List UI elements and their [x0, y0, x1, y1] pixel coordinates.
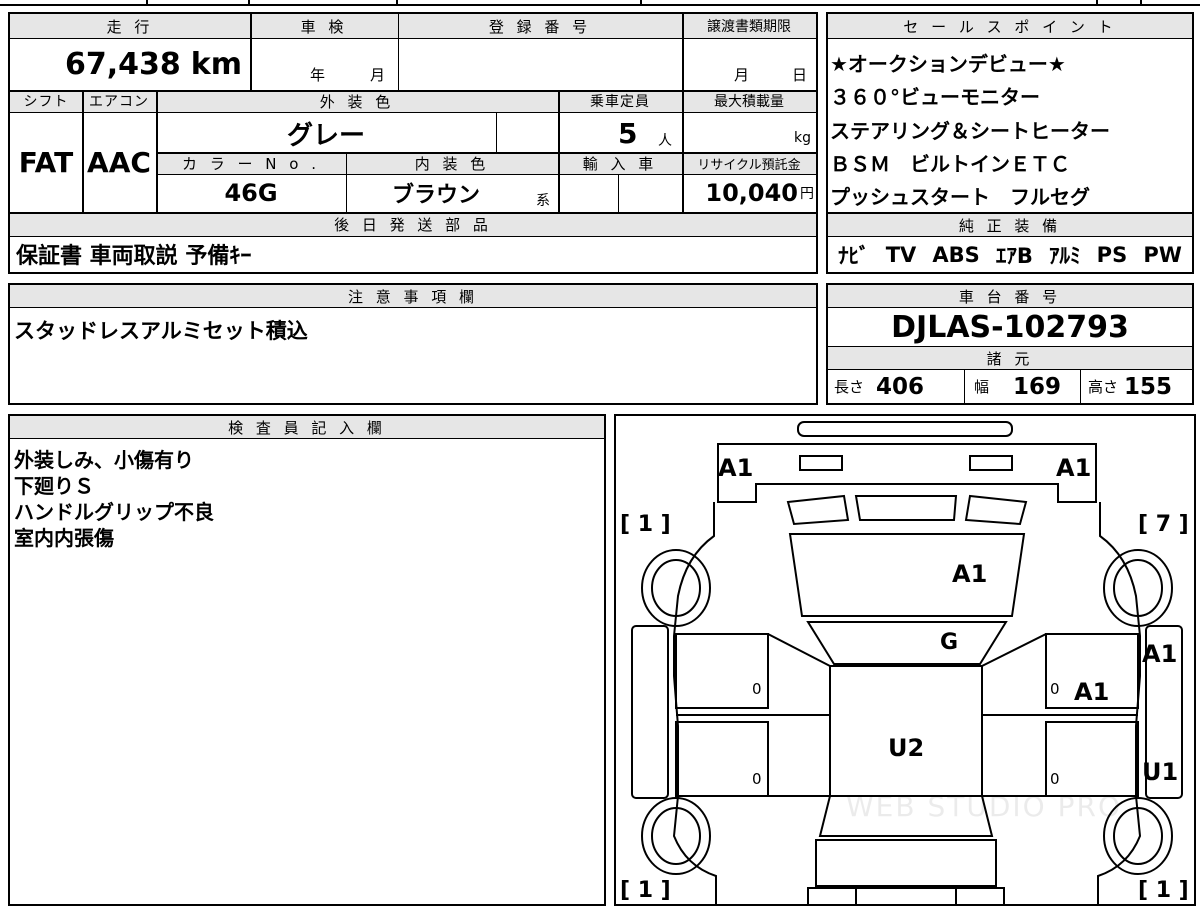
sales-point-line-5: プッシュスタート フルセグ [830, 185, 1090, 209]
interior-color-header: 内 装 色 [346, 152, 558, 174]
inspector-panel: 検 査 員 記 入 欄 外装しみ、小傷有り 下廻りＳ ハンドルグリップ不良 室内… [8, 414, 606, 906]
damage-mark-right-side-rear: U1 [1142, 758, 1179, 786]
watermark: WEB STUDIO PRO [846, 790, 1122, 823]
damage-mark-bumper-right: A1 [1056, 454, 1092, 482]
notes-header: 注 意 事 項 欄 [10, 285, 816, 307]
damage-mark-hood: A1 [952, 560, 988, 588]
interior-color-value: ブラウン [391, 183, 480, 208]
inspector-line-1: 外装しみ、小傷有り [14, 448, 194, 472]
sales-point-line-2: ３６０°ビューモニター [830, 85, 1040, 109]
damage-mark-right-door: A1 [1074, 678, 1110, 706]
top-cutoff-strip [0, 0, 1200, 6]
door-mark-rear-right: 0 [1050, 770, 1060, 788]
inspector-line-4: 室内内張傷 [14, 526, 114, 550]
equipment-item: TV [885, 243, 917, 267]
spec-length: 長さ 406 [834, 373, 925, 400]
tire-front-left-tread: [ 1 ] [620, 512, 671, 537]
color-no-value: 46G [224, 179, 278, 207]
registration-header: 登 録 番 号 [398, 14, 682, 38]
equipment-item: ｱﾙﾐ [1049, 244, 1081, 268]
spec-width: 幅 169 [974, 373, 1062, 400]
shift-header: シフト [10, 90, 82, 112]
import-header: 輸 入 車 [558, 152, 682, 174]
later-parts-value: 保証書 車両取説 予備ｷｰ [16, 244, 252, 269]
shaken-year-label: 年 [310, 66, 326, 84]
equipment-item: ｴｱB [995, 244, 1033, 268]
exterior-color-value: グレー [286, 120, 365, 151]
vehicle-info-panel: 走 行 車 検 登 録 番 号 譲渡書類期限 67,438 km 年 月 月 日 … [8, 12, 818, 274]
chassis-number: DJLAS-102793 [891, 309, 1129, 345]
max-load-unit: kg [794, 130, 811, 146]
transfer-month-label: 月 [734, 66, 750, 84]
recycle-fee-header: リサイクル預託金 [682, 152, 816, 174]
mileage-value: 67,438 km [65, 46, 242, 82]
equipment-item: PS [1096, 243, 1128, 267]
sales-points-header: セ ー ル ス ポ イ ン ト [828, 14, 1192, 38]
tire-rear-right-tread: [ 1 ] [1138, 878, 1189, 903]
chassis-header: 車 台 番 号 [828, 285, 1192, 307]
car-condition-diagram: [ 1 ] [ 7 ] [ 1 ] [ 1 ] A1 A1 A1 G A1 A1… [614, 414, 1196, 906]
max-load-header: 最大積載量 [682, 90, 816, 112]
exterior-color-header: 外 装 色 [156, 90, 558, 112]
sales-point-line-3: ステアリング＆シートヒーター [830, 119, 1110, 143]
color-no-header: カ ラ ー N o . [156, 152, 346, 174]
notes-text: スタッドレスアルミセット積込 [14, 319, 308, 343]
mileage-header: 走 行 [10, 14, 250, 38]
shaken-header: 車 検 [250, 14, 398, 38]
door-mark-front-left: 0 [752, 680, 762, 698]
aircon-value: AAC [87, 145, 151, 179]
chassis-panel: 車 台 番 号 DJLAS-102793 諸 元 長さ 406 幅 169 高さ… [826, 283, 1194, 405]
inspector-line-3: ハンドルグリップ不良 [14, 500, 214, 524]
door-mark-rear-left: 0 [752, 770, 762, 788]
recycle-fee-value: 10,040 円 [705, 179, 814, 207]
damage-mark-roof: U2 [888, 734, 925, 762]
spec-height: 高さ 155 [1088, 373, 1173, 400]
capacity-value: 5 [618, 116, 638, 150]
aircon-header: エアコン [82, 90, 156, 112]
sales-point-line-4: ＢＳＭ ビルトインＥＴＣ [830, 152, 1070, 176]
tire-front-right-tread: [ 7 ] [1138, 512, 1189, 537]
later-parts-header: 後 日 発 送 部 品 [10, 212, 816, 236]
sales-point-line-1: ★オークションデビュー★ [830, 52, 1066, 76]
transfer-deadline-header: 譲渡書類期限 [682, 14, 816, 38]
damage-mark-windshield: G [940, 630, 959, 655]
equipment-item: PW [1143, 243, 1182, 267]
interior-color-suffix: 系 [536, 193, 550, 209]
door-mark-front-right: 0 [1050, 680, 1060, 698]
damage-mark-bumper-left: A1 [718, 454, 754, 482]
shaken-month-label: 月 [370, 66, 386, 84]
equipment-header: 純 正 装 備 [828, 214, 1192, 236]
car-outline [631, 421, 1183, 906]
capacity-unit: 人 [658, 133, 672, 149]
damage-mark-right-side-front: A1 [1142, 640, 1178, 668]
tire-rear-left-tread: [ 1 ] [620, 878, 671, 903]
equipment-list: ﾅﾋﾞ TV ABS ｴｱB ｱﾙﾐ PS PW [828, 238, 1192, 272]
equipment-item: ﾅﾋﾞ [838, 244, 870, 268]
inspector-header: 検 査 員 記 入 欄 [10, 416, 604, 438]
transfer-day-label: 日 [792, 66, 808, 84]
inspector-line-2: 下廻りＳ [14, 474, 94, 498]
shift-value: FAT [18, 145, 74, 179]
capacity-header: 乗車定員 [558, 90, 682, 112]
sales-points-panel: セ ー ル ス ポ イ ン ト ★オークションデビュー★ ３６０°ビューモニター… [826, 12, 1194, 274]
specs-header: 諸 元 [828, 347, 1192, 369]
notes-panel: 注 意 事 項 欄 スタッドレスアルミセット積込 [8, 283, 818, 405]
equipment-item: ABS [932, 243, 980, 267]
